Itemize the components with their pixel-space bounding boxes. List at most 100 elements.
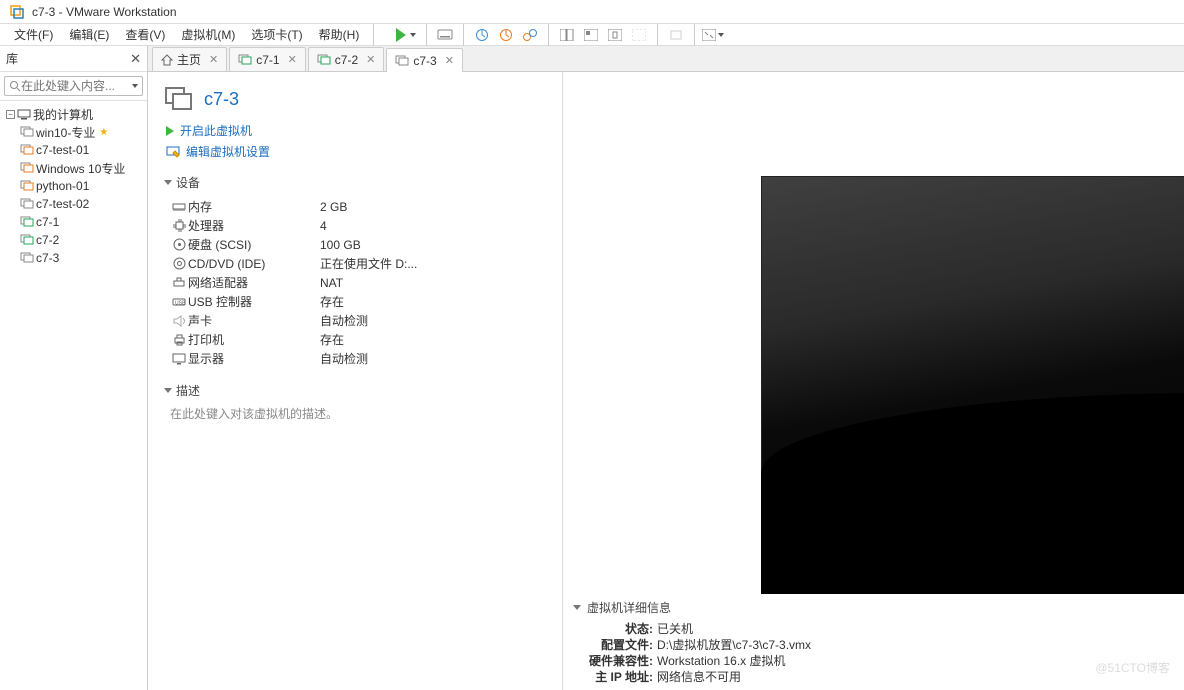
- menu-vm[interactable]: 虚拟机(M): [173, 23, 243, 46]
- separator: [373, 24, 374, 46]
- vm-icon: [20, 144, 34, 156]
- memory-icon: [170, 202, 188, 212]
- tab-vm[interactable]: c7-2✕: [308, 47, 385, 71]
- section-description[interactable]: 描述: [164, 382, 546, 399]
- layout-thumbnail-icon[interactable]: [555, 23, 579, 47]
- description-placeholder[interactable]: 在此处键入对该虚拟机的描述。: [170, 405, 546, 422]
- fit-guest-icon[interactable]: [701, 23, 725, 47]
- chevron-down-icon: [718, 33, 724, 37]
- menu-help[interactable]: 帮助(H): [311, 23, 368, 46]
- tab-vm[interactable]: c7-1 ✕: [229, 47, 306, 71]
- vm-icon: [20, 216, 34, 228]
- chevron-down-icon: [164, 388, 172, 393]
- section-devices[interactable]: 设备: [164, 174, 546, 191]
- vm-icon: [20, 234, 34, 246]
- close-icon[interactable]: ✕: [288, 53, 297, 66]
- search-box[interactable]: [4, 76, 143, 96]
- tree-item[interactable]: c7-3: [2, 249, 145, 267]
- layout-single-icon[interactable]: [579, 23, 603, 47]
- device-row[interactable]: 声卡自动检测: [170, 311, 546, 330]
- vm-icon: [20, 126, 34, 138]
- tab-vm[interactable]: c7-3✕: [386, 48, 463, 72]
- close-icon[interactable]: ✕: [445, 54, 454, 67]
- device-row[interactable]: 打印机存在: [170, 330, 546, 349]
- vm-screen-preview[interactable]: [761, 176, 1184, 594]
- menu-edit[interactable]: 编辑(E): [61, 23, 117, 46]
- watermark: @51CTO博客: [1095, 659, 1170, 676]
- meta-header-label: 虚拟机详细信息: [587, 599, 671, 616]
- device-row[interactable]: 网络适配器NAT: [170, 273, 546, 292]
- tab-label: c7-1: [256, 53, 279, 67]
- tree-item-label: c7-test-02: [36, 197, 89, 211]
- power-on-link[interactable]: 开启此虚拟机: [166, 122, 544, 139]
- menubar: 文件(F) 编辑(E) 查看(V) 虚拟机(M) 选项卡(T) 帮助(H): [0, 24, 1184, 46]
- meta-header[interactable]: 虚拟机详细信息: [573, 599, 1174, 616]
- tree-root[interactable]: − 我的计算机: [2, 105, 145, 123]
- device-value: 4: [320, 219, 327, 233]
- snapshot-manager-icon[interactable]: [518, 23, 542, 47]
- tree-item[interactable]: c7-test-01: [2, 141, 145, 159]
- vm-details-pane: c7-3 开启此虚拟机 编辑虚拟机设置 设备 内存2 GB处理器4硬盘 (SCS…: [148, 72, 562, 690]
- display-icon: [170, 353, 188, 365]
- tree-item[interactable]: c7-2: [2, 231, 145, 249]
- menu-tabs[interactable]: 选项卡(T): [243, 23, 310, 46]
- device-row[interactable]: 硬盘 (SCSI)100 GB: [170, 235, 546, 254]
- meta-value: 已关机: [657, 620, 693, 636]
- edit-settings-label: 编辑虚拟机设置: [186, 143, 270, 160]
- collapse-icon[interactable]: −: [6, 110, 15, 119]
- tree-item[interactable]: Windows 10专业: [2, 159, 145, 177]
- tree-item[interactable]: c7-test-02: [2, 195, 145, 213]
- device-value: 自动检测: [320, 312, 368, 329]
- sidebar: 库 ✕ − 我的计算机 win10-专业★c7-test-01Windows 1…: [0, 46, 148, 690]
- device-row[interactable]: 内存2 GB: [170, 197, 546, 216]
- meta-value: D:\虚拟机放置\c7-3\c7-3.vmx: [657, 636, 811, 652]
- device-name: 处理器: [188, 217, 320, 234]
- net-icon: [170, 277, 188, 288]
- tree-item-label: python-01: [36, 179, 89, 193]
- tab-home[interactable]: 主页 ✕: [152, 47, 227, 71]
- section-description-label: 描述: [176, 382, 200, 399]
- vm-title: c7-3: [204, 89, 239, 110]
- fullscreen-icon[interactable]: [603, 23, 627, 47]
- close-icon[interactable]: ✕: [366, 53, 375, 66]
- device-row[interactable]: 处理器4: [170, 216, 546, 235]
- titlebar: c7-3 - VMware Workstation: [0, 0, 1184, 24]
- device-value: 存在: [320, 331, 344, 348]
- power-on-button[interactable]: [392, 23, 420, 47]
- menu-file[interactable]: 文件(F): [6, 23, 61, 46]
- menu-view[interactable]: 查看(V): [117, 23, 173, 46]
- tree-item[interactable]: c7-1: [2, 213, 145, 231]
- edit-settings-link[interactable]: 编辑虚拟机设置: [166, 143, 544, 160]
- search-icon: [9, 80, 21, 92]
- main: 主页 ✕ c7-1✕c7-2✕c7-3✕ c7-3 开启此虚拟机: [148, 46, 1184, 690]
- close-icon[interactable]: ✕: [209, 53, 218, 66]
- device-name: 显示器: [188, 350, 320, 367]
- device-row[interactable]: CD/DVD (IDE)正在使用文件 D:...: [170, 254, 546, 273]
- device-name: 声卡: [188, 312, 320, 329]
- vm-big-icon: [164, 86, 194, 112]
- tree-item[interactable]: win10-专业★: [2, 123, 145, 141]
- meta-label: 配置文件:: [573, 636, 653, 652]
- device-row[interactable]: 显示器自动检测: [170, 349, 546, 368]
- snapshot-revert-icon[interactable]: [494, 23, 518, 47]
- separator: [548, 24, 549, 46]
- meta-row: 主 IP 地址:网络信息不可用: [573, 668, 1174, 684]
- chevron-down-icon[interactable]: [132, 84, 138, 88]
- device-row[interactable]: USBUSB 控制器存在: [170, 292, 546, 311]
- vm-meta: 虚拟机详细信息 状态:已关机配置文件:D:\虚拟机放置\c7-3\c7-3.vm…: [573, 599, 1174, 684]
- send-ctrl-alt-del-icon[interactable]: [433, 23, 457, 47]
- snapshot-take-icon[interactable]: [470, 23, 494, 47]
- vm-icon: [238, 54, 252, 66]
- stretch-icon[interactable]: [664, 23, 688, 47]
- meta-row: 硬件兼容性:Workstation 16.x 虚拟机: [573, 652, 1174, 668]
- play-icon: [166, 126, 174, 136]
- tree-item-label: c7-2: [36, 233, 59, 247]
- search-input[interactable]: [21, 79, 128, 93]
- sidebar-close-icon[interactable]: ✕: [130, 51, 141, 67]
- window-title: c7-3 - VMware Workstation: [32, 5, 177, 19]
- chevron-down-icon: [573, 605, 581, 610]
- unity-icon[interactable]: [627, 23, 651, 47]
- usb-icon: USB: [170, 297, 188, 307]
- tree-item[interactable]: python-01: [2, 177, 145, 195]
- device-name: CD/DVD (IDE): [188, 257, 320, 271]
